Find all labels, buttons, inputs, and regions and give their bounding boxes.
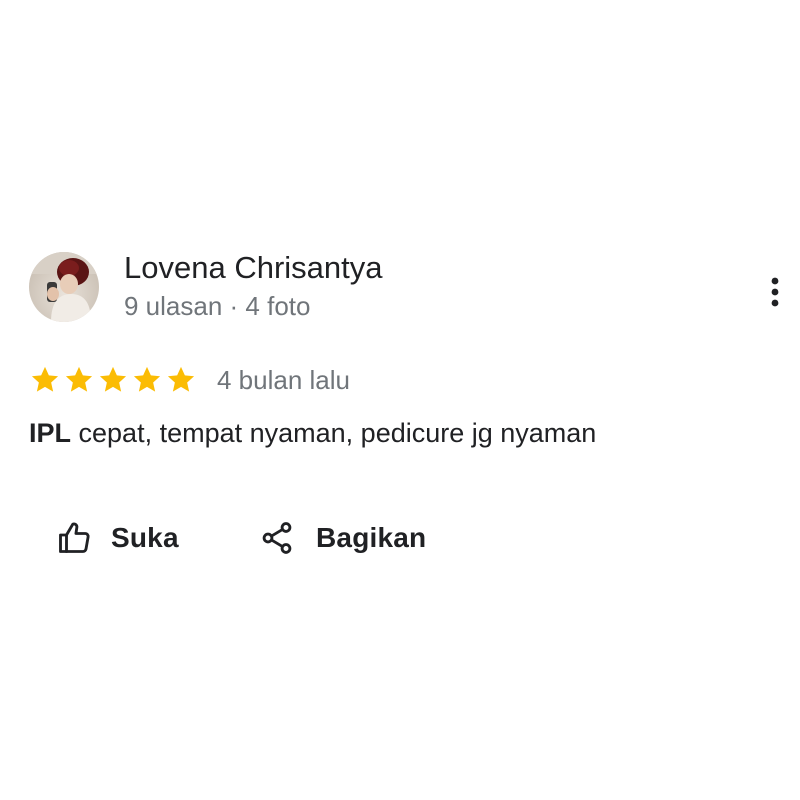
star-icon bbox=[65, 366, 93, 392]
star-rating bbox=[29, 364, 197, 396]
review-card: Lovena Chrisantya 9 ulasan · 4 foto 4 bu… bbox=[0, 0, 800, 800]
review-body: cepat, tempat nyaman, pedicure jg nyaman bbox=[71, 418, 597, 448]
review-keyword: IPL bbox=[29, 418, 72, 448]
star-icon bbox=[31, 366, 59, 392]
review-time: 4 bulan lalu bbox=[217, 365, 350, 395]
rating-row: 4 bulan lalu bbox=[29, 362, 350, 398]
more-vertical-icon bbox=[771, 277, 779, 307]
thumbs-up-icon bbox=[55, 519, 93, 557]
share-icon bbox=[258, 519, 296, 557]
star-icon bbox=[99, 366, 127, 392]
star-icon bbox=[167, 366, 195, 392]
review-text: IPL cepat, tempat nyaman, pedicure jg ny… bbox=[29, 414, 596, 452]
like-label: Suka bbox=[111, 522, 179, 553]
more-options-button[interactable] bbox=[758, 270, 792, 314]
author-stats: 9 ulasan · 4 foto bbox=[124, 291, 311, 321]
share-label: Bagikan bbox=[316, 522, 427, 553]
author-name[interactable]: Lovena Chrisantya bbox=[124, 248, 383, 288]
like-button[interactable]: Suka bbox=[55, 514, 179, 562]
share-button[interactable]: Bagikan bbox=[258, 514, 426, 562]
avatar[interactable] bbox=[29, 252, 99, 322]
star-icon bbox=[133, 366, 161, 392]
profile-photo-icon bbox=[29, 252, 99, 322]
